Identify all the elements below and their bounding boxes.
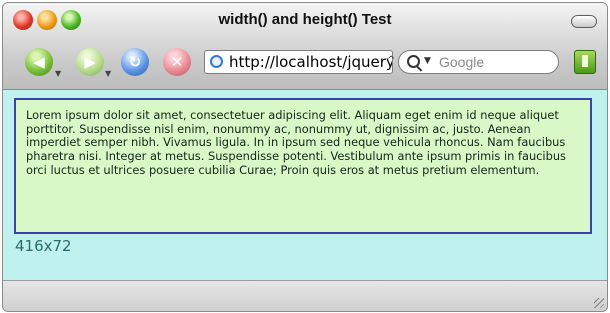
reload-button[interactable]: ↻ (121, 48, 149, 76)
stop-icon: ✕ (170, 53, 184, 71)
resize-grip-icon[interactable] (594, 298, 604, 308)
back-history-caret-icon[interactable]: ▼ (55, 69, 61, 78)
search-placeholder: Google (439, 54, 485, 70)
back-button[interactable]: ◀ (25, 48, 53, 76)
search-engine-menu-icon[interactable]: ▼ (424, 56, 431, 66)
browser-window: width() and height() Test ◀ ▼ ▶ ▼ ↻ ✕ ht… (2, 2, 608, 312)
forward-button[interactable]: ▶ (76, 48, 104, 76)
status-bar (3, 280, 607, 311)
stop-button[interactable]: ✕ (163, 48, 191, 76)
bookmark-icon[interactable] (574, 50, 596, 74)
title-bar: width() and height() Test ◀ ▼ ▶ ▼ ↻ ✕ ht… (3, 3, 607, 90)
address-history-caret-icon[interactable]: ^ (387, 55, 395, 66)
forward-history-caret-icon[interactable]: ▼ (105, 69, 111, 78)
site-globe-icon (210, 55, 223, 68)
arrow-right-icon: ▶ (84, 53, 96, 71)
lorem-paragraph: Lorem ipsum dolor sit amet, consectetuer… (14, 98, 592, 234)
search-field[interactable]: ▼ Google (398, 50, 559, 74)
address-text[interactable]: http://localhost/jquery/width-height.htm… (229, 53, 392, 71)
search-icon (407, 55, 420, 68)
window-title: width() and height() Test (218, 11, 392, 28)
toolbar-toggle-button[interactable] (571, 15, 597, 28)
reload-icon: ↻ (128, 53, 142, 71)
page-content: Lorem ipsum dolor sit amet, consectetuer… (3, 90, 607, 280)
arrow-left-icon: ◀ (33, 53, 45, 71)
address-bar[interactable]: http://localhost/jquery/width-height.htm… (204, 50, 393, 74)
dimensions-readout: 416x72 (15, 237, 72, 255)
